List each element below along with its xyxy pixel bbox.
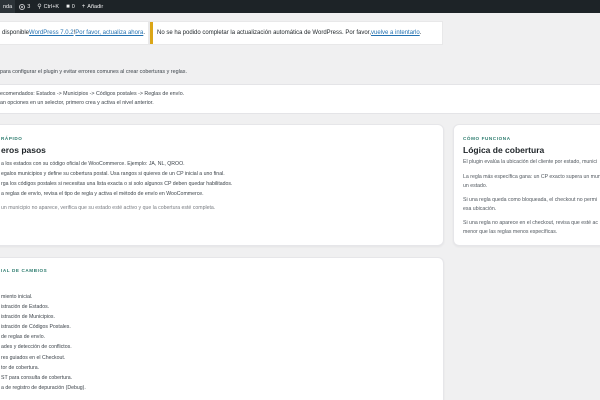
list-item: istración de Municipios.	[1, 314, 55, 321]
how-paragraph-line: Si una regla no aparece en el checkout, …	[463, 220, 598, 226]
list-item: istración de Estados.	[1, 304, 50, 311]
how-it-works-card: CÓMO FUNCIONA Lógica de cobertura El plu…	[453, 124, 600, 246]
how-paragraph-line: La regla más específica gana: un CP exac…	[463, 174, 600, 180]
list-item: miento inicial.	[1, 294, 33, 300]
changelog-eyebrow: IAL DE CAMBIOS	[1, 268, 48, 273]
list-item: a los estados con su código oficial de W…	[1, 161, 185, 167]
update-notice-prefix: disponible	[2, 30, 30, 36]
how-paragraph-line: Si una regla queda como bloqueada, el ch…	[463, 197, 598, 203]
update-notice: disponible WordPress 7.0.2 ! Por favor, …	[0, 22, 148, 44]
quick-start-list: a los estados con su código oficial de W…	[1, 159, 232, 199]
autoupdate-failed-notice: No se ha podido completar la actualizaci…	[150, 22, 442, 44]
how-paragraph: Si una regla queda como bloqueada, el ch…	[463, 196, 597, 213]
list-item: ST para consulta de cobertura.	[1, 374, 73, 381]
list-item: tor de cobertura.	[1, 364, 40, 371]
list-item: rga los códigos postales si necesitas un…	[1, 181, 233, 187]
updates-icon	[19, 3, 26, 10]
recommended-order-line: ecomendados: Estados -> Municipios -> Có…	[0, 91, 185, 97]
comments-button[interactable]: ■ 0	[66, 4, 75, 10]
how-paragraph-line: esa ubicación.	[463, 205, 497, 212]
how-paragraph: Si una regla no aparece en el checkout, …	[463, 219, 598, 236]
dependency-note-line: an opciones en un selector, primero crea…	[0, 100, 154, 106]
list-item: istración de Códigos Postales.	[1, 324, 71, 331]
quick-start-eyebrow: RÁPIDO	[1, 136, 23, 141]
changelog-list: miento inicial. istración de Estados. is…	[1, 292, 86, 393]
autoupdate-notice-suffix: .	[419, 30, 422, 36]
intro-text: para configurar el plugin y evitar error…	[0, 69, 187, 75]
updates-count: 3	[27, 3, 31, 10]
quick-start-card: RÁPIDO eros pasos a los estados con su c…	[0, 124, 444, 246]
add-new-button[interactable]: + Añadir	[82, 4, 103, 10]
how-paragraph-line: menor que las reglas menos específicas.	[463, 228, 558, 235]
coverage-logic-title: Lógica de cobertura	[463, 145, 545, 155]
changelog-card: IAL DE CAMBIOS miento inicial. istración…	[0, 257, 444, 400]
add-new-label: Añadir	[87, 3, 104, 10]
quick-start-title: eros pasos	[1, 145, 46, 155]
update-notice-suffix: .	[143, 30, 145, 36]
list-item: egalos municipios y define su cobertura …	[1, 171, 225, 177]
list-item: a de registro de depuración (Debug).	[1, 384, 86, 391]
recommended-order-box: ecomendados: Estados -> Municipios -> Có…	[0, 84, 600, 114]
list-item: de reglas de envío.	[1, 334, 46, 341]
list-item: ades y detección de conflictos.	[1, 344, 72, 351]
site-name-link[interactable]: nda	[0, 0, 16, 13]
list-item: res guiados en el Checkout.	[1, 354, 66, 361]
how-paragraph-line: El plugin evalúa la ubicación del client…	[463, 159, 598, 165]
command-palette-button[interactable]: ⚲ Ctrl+K	[37, 3, 60, 11]
plus-icon: +	[81, 3, 86, 10]
search-icon: ⚲	[37, 4, 42, 10]
how-paragraph: El plugin evalúa la ubicación del client…	[463, 158, 597, 167]
retry-update-link[interactable]: vuelve a intentarlo	[371, 30, 420, 36]
comments-count: 0	[71, 3, 75, 10]
how-paragraph-line: un estado.	[463, 182, 488, 189]
updates-button[interactable]: 3	[19, 3, 31, 10]
how-it-works-eyebrow: CÓMO FUNCIONA	[463, 136, 511, 141]
autoupdate-notice-text: No se ha podido completar la actualizaci…	[157, 30, 372, 36]
admin-bar: nda 3 ⚲ Ctrl+K ■ 0 + Añadir	[0, 0, 600, 13]
wordpress-version-link[interactable]: WordPress 7.0.2	[29, 30, 74, 36]
quick-start-note: un municipio no aparece, verifica que su…	[1, 205, 216, 211]
comment-bubble-icon: ■	[66, 3, 70, 10]
update-now-link[interactable]: Por favor, actualiza ahora	[75, 30, 143, 36]
command-palette-shortcut: Ctrl+K	[43, 3, 60, 10]
list-item: a reglas de envío, revisa el tipo de reg…	[1, 191, 204, 197]
site-name-label: nda	[3, 3, 13, 10]
how-paragraph: La regla más específica gana: un CP exac…	[463, 173, 600, 190]
